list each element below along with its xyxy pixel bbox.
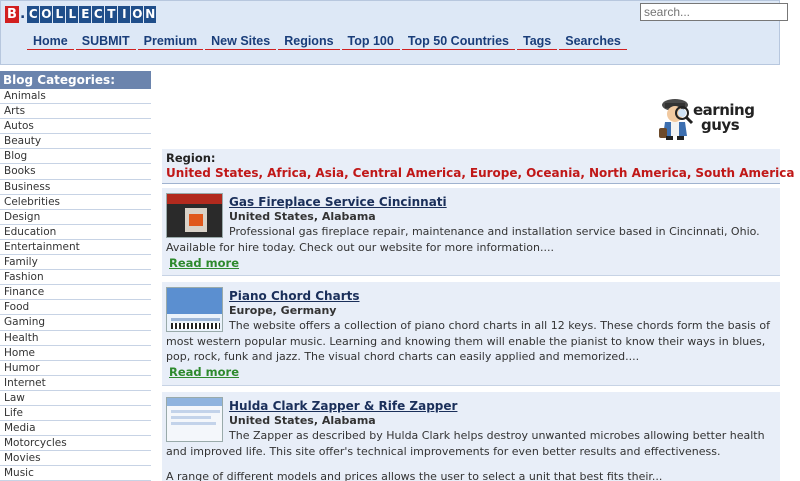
nav-link-submit[interactable]: SUBMIT [75, 34, 136, 50]
region-separator: , [686, 166, 692, 180]
category-list: Animals Arts Autos Beauty Blog Books Business C… [0, 89, 151, 481]
site-logo[interactable]: B . COLLECTION [5, 5, 157, 23]
region-link-central-america[interactable]: Central America [353, 166, 462, 180]
logo-dot: . [20, 6, 26, 22]
region-separator: , [580, 166, 585, 180]
sidebar-item-health[interactable]: Health [0, 330, 151, 346]
listing-location: United States, Alabama [229, 210, 376, 223]
sidebar-item-motorcycles[interactable]: Motorcycles [0, 436, 151, 452]
sidebar-item-law[interactable]: Law [0, 390, 151, 406]
nav-link-top-50-countries[interactable]: Top 50 Countries [401, 34, 516, 50]
sidebar-item-internet[interactable]: Internet [0, 375, 151, 391]
detective-mascot-icon [659, 99, 694, 140]
sidebar-item-life[interactable]: Life [0, 405, 151, 422]
listing-location: United States, Alabama [229, 414, 376, 427]
sidebar-item-education[interactable]: Education [0, 224, 151, 240]
region-links: United States, Africa, Asia, Central Americ… [166, 166, 794, 180]
logo-word-letter: L [53, 5, 66, 23]
logo-word-letter: N [144, 5, 157, 23]
nav-link-home[interactable]: Home [27, 34, 74, 50]
logo-letter: B [5, 5, 19, 23]
sidebar-item-celebrities[interactable]: Celebrities [0, 194, 151, 210]
nav-link-premium[interactable]: Premium [137, 34, 204, 50]
listing-description: The Zapper as described by Hulda Clark h… [166, 429, 765, 458]
listing-title-link[interactable]: Gas Fireplace Service Cincinnati [229, 195, 447, 209]
region-separator: , [344, 166, 349, 180]
region-separator: , [517, 166, 523, 180]
promo-word-guys: guys [701, 116, 740, 134]
sidebar-title: Blog Categories: [0, 71, 151, 89]
logo-word: COLLECTION [26, 5, 157, 23]
listing-title-link[interactable]: Piano Chord Charts [229, 289, 360, 303]
logo-word-letter: O [40, 5, 53, 23]
sidebar-item-finance[interactable]: Finance [0, 285, 151, 301]
region-separator: , [258, 166, 264, 180]
region-label: Region: [166, 151, 216, 165]
sidebar-item-animals[interactable]: Animals [0, 89, 151, 105]
logo-word-letter: E [79, 5, 92, 23]
nav-link-new-sites[interactable]: New Sites [205, 34, 277, 50]
sidebar-item-music[interactable]: Music [0, 466, 151, 481]
region-link-united-states[interactable]: United States [166, 166, 259, 180]
region-link-south-america[interactable]: South America [695, 166, 794, 180]
nav-link-tags[interactable]: Tags [517, 34, 558, 50]
sidebar-item-gaming[interactable]: Gaming [0, 315, 151, 331]
nav-link-top-100[interactable]: Top 100 [341, 34, 400, 50]
listing-description: The website offers a collection of piano… [166, 319, 770, 364]
listing-location: Europe, Germany [229, 304, 337, 317]
listing-item: Hulda Clark Zapper & Rife Zapper United … [162, 392, 780, 481]
sidebar-item-humor[interactable]: Humor [0, 360, 151, 376]
search-input[interactable] [640, 3, 788, 21]
listing-continuation-text: A range of different models and prices a… [166, 470, 663, 481]
logo-word-letter: O [131, 5, 144, 23]
read-more-link[interactable]: Read more [169, 256, 239, 270]
logo-word-letter: L [66, 5, 79, 23]
sidebar-item-blog[interactable]: Blog [0, 149, 151, 165]
logo-word-letter: C [92, 5, 105, 23]
region-separator: , [461, 166, 466, 180]
nav-link-searches[interactable]: Searches [559, 34, 627, 50]
logo-word-letter: I [118, 5, 131, 23]
main-nav: Home SUBMIT Premium New Sites Regions Top 100… [27, 34, 629, 50]
region-separator: , [306, 166, 312, 180]
sidebar-item-movies[interactable]: Movies [0, 451, 151, 467]
sidebar-item-food[interactable]: Food [0, 300, 151, 316]
sidebar-item-business[interactable]: Business [0, 179, 151, 195]
sidebar-item-arts[interactable]: Arts [0, 104, 151, 120]
sidebar-item-home[interactable]: Home [0, 345, 151, 361]
sidebar-item-family[interactable]: Family [0, 255, 151, 271]
nav-link-regions[interactable]: Regions [278, 34, 340, 50]
region-link-europe[interactable]: Europe [470, 166, 518, 180]
sidebar: Blog Categories: Animals Arts Autos Beauty B… [0, 71, 151, 481]
listing-item: Gas Fireplace Service Cincinnati United … [162, 188, 780, 276]
logo-word-letter: T [105, 5, 118, 23]
listing-item: Piano Chord Charts Europe, Germany The w… [162, 282, 780, 386]
sidebar-item-media[interactable]: Media [0, 421, 151, 437]
region-link-oceania[interactable]: Oceania [526, 166, 580, 180]
region-link-north-america[interactable]: North America [589, 166, 687, 180]
sidebar-item-books[interactable]: Books [0, 164, 151, 180]
sidebar-item-autos[interactable]: Autos [0, 119, 151, 135]
earning-guys-logo[interactable]: earning guys [657, 96, 757, 142]
sidebar-item-fashion[interactable]: Fashion [0, 270, 151, 286]
read-more-link[interactable]: Read more [169, 365, 239, 379]
logo-word-letter: C [27, 5, 40, 23]
region-link-asia[interactable]: Asia [315, 166, 344, 180]
sidebar-item-design[interactable]: Design [0, 209, 151, 225]
sidebar-item-entertainment[interactable]: Entertainment [0, 239, 151, 256]
region-link-africa[interactable]: Africa [267, 166, 307, 180]
sidebar-item-beauty[interactable]: Beauty [0, 134, 151, 150]
listing-title-link[interactable]: Hulda Clark Zapper & Rife Zapper [229, 399, 457, 413]
listing-description: Professional gas fireplace repair, maint… [166, 225, 760, 254]
region-filter: Region: United States, Africa, Asia, Centra… [162, 149, 794, 184]
